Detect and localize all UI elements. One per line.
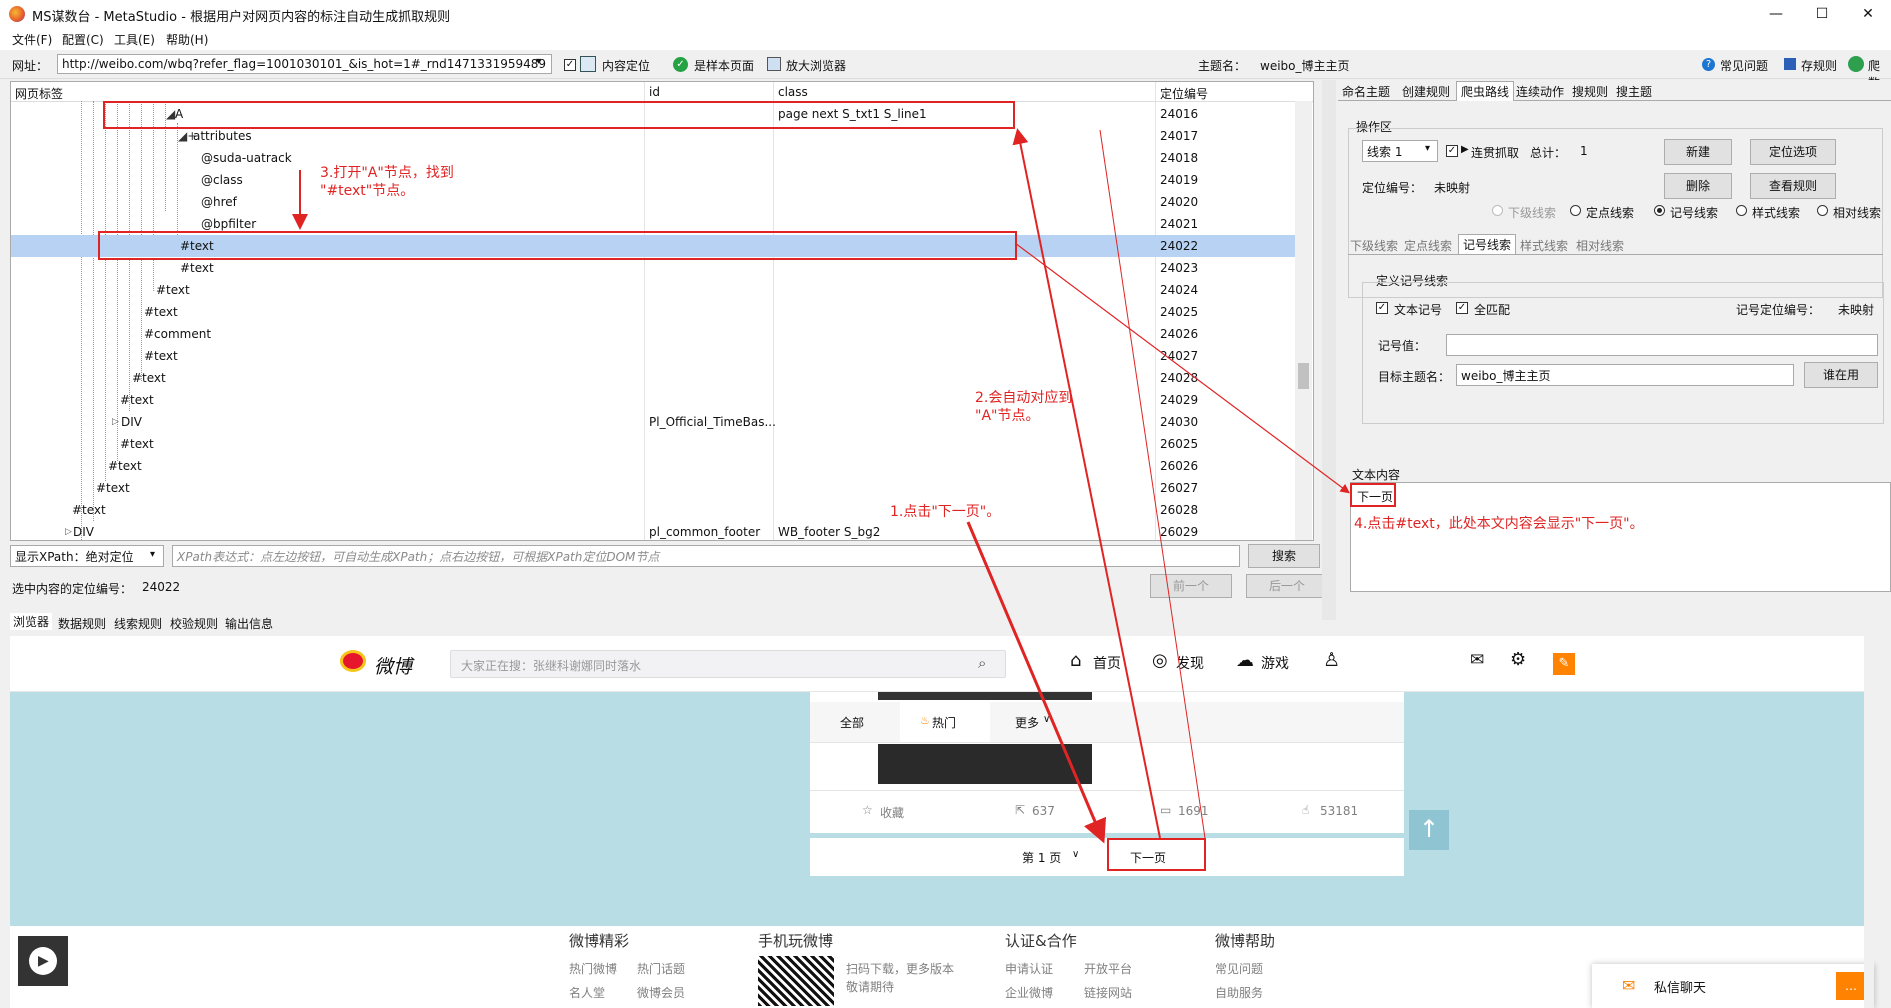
annotation-arrows <box>292 128 1350 844</box>
